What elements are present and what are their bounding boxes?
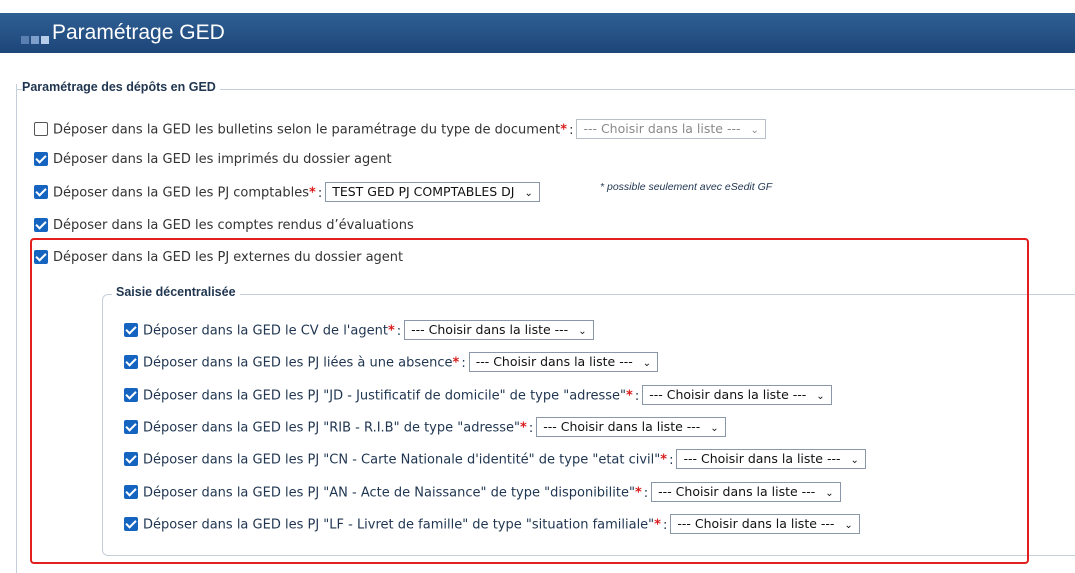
checkbox-pj-comptables[interactable] xyxy=(34,185,48,199)
option-label: Déposer dans la GED les comptes rendus d… xyxy=(53,218,414,233)
highlight-frame xyxy=(30,238,1029,564)
checkbox-bulletins[interactable] xyxy=(34,122,48,136)
fieldset-legend: Paramétrage des dépôts en GED xyxy=(22,80,220,94)
option-row: Déposer dans la GED les comptes rendus d… xyxy=(34,216,414,236)
option-label: Déposer dans la GED les PJ comptables xyxy=(53,185,310,201)
option-label: Déposer dans la GED les imprimés du doss… xyxy=(53,152,392,167)
select-pj-comptables[interactable]: TEST GED PJ COMPTABLES DJ ⌄ xyxy=(325,182,540,202)
option-row: Déposer dans la GED les bulletins selon … xyxy=(34,119,766,140)
footnote: * possible seulement avec eSedit GF xyxy=(600,181,773,193)
fieldset-border xyxy=(16,84,17,573)
select-bulletins[interactable]: --- Choisir dans la liste --- ⌄ xyxy=(576,119,766,139)
required-marker: * xyxy=(560,122,568,138)
option-row: Déposer dans la GED les imprimés du doss… xyxy=(34,150,392,170)
chevron-down-icon: ⌄ xyxy=(524,188,533,199)
checkbox-imprimes[interactable] xyxy=(34,151,48,166)
chevron-down-icon: ⌄ xyxy=(750,125,759,136)
page-header: Paramétrage GED xyxy=(0,13,1075,53)
required-marker: * xyxy=(309,185,316,201)
option-row: Déposer dans la GED les PJ comptables*: T… xyxy=(34,182,540,203)
checkbox-comptes-rendus[interactable] xyxy=(34,217,48,232)
page-title: Paramétrage GED xyxy=(52,21,225,44)
option-label: Déposer dans la GED les bulletins selon … xyxy=(53,122,561,138)
header-squares-icon xyxy=(21,29,51,48)
